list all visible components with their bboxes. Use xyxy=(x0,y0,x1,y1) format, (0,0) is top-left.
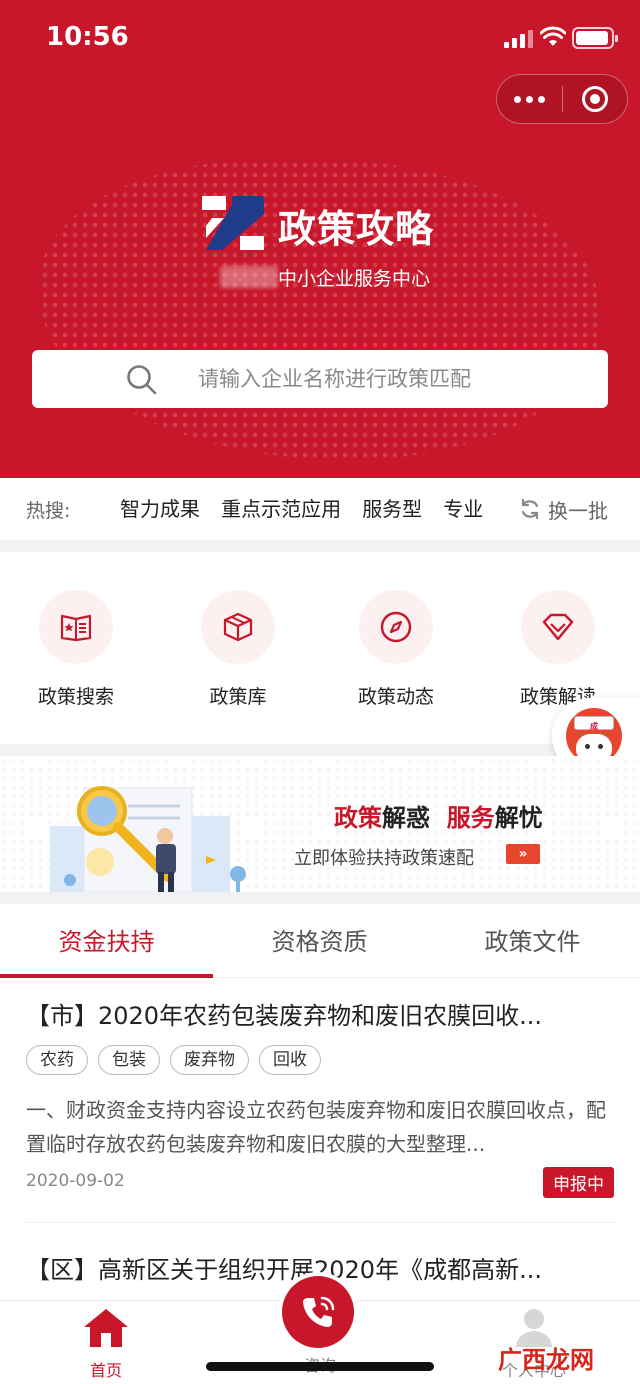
banner-arrow-icon[interactable]: » xyxy=(506,844,540,864)
more-menu-button[interactable] xyxy=(497,75,562,123)
entry-policy-news[interactable]: 政策动态 xyxy=(336,590,456,709)
entry-icon-bg xyxy=(201,590,275,664)
policy-meta: 2020-09-02 申报中 xyxy=(26,1167,616,1198)
tab-qualification[interactable]: 资格资质 xyxy=(213,922,426,957)
policy-title: 【市】2020年农药包装废弃物和废旧农膜回收... xyxy=(26,1002,542,1030)
refresh-label: 换一批 xyxy=(548,498,608,523)
entry-icon-bg xyxy=(359,590,433,664)
entry-label: 政策动态 xyxy=(357,686,434,708)
miniprogram-capsule xyxy=(496,74,628,124)
tabbar-home[interactable]: 首页 xyxy=(46,1307,166,1381)
policy-tag: 农药 xyxy=(26,1045,88,1075)
home-icon xyxy=(84,1309,128,1347)
entry-policy-library[interactable]: 政策库 xyxy=(178,590,298,709)
tab-policy-documents[interactable]: 政策文件 xyxy=(426,922,639,957)
hot-search-bar: 热搜: 智力成果 重点示范应用 服务型 专业 换一批 xyxy=(0,478,640,540)
search-input[interactable] xyxy=(182,350,582,408)
policy-card[interactable]: 【市】2020年农药包装废弃物和废旧农膜回收... 农药 包装 废弃物 回收 一… xyxy=(26,996,616,1198)
policy-search-icon xyxy=(60,614,92,642)
brand-logo-icon xyxy=(202,196,264,250)
quick-entry-grid: 政策搜索 政策库 政策动态 政策解读 xyxy=(0,552,640,744)
hot-search-label: 热搜: xyxy=(26,500,71,522)
policy-tag: 废弃物 xyxy=(170,1045,249,1075)
hot-search-item[interactable]: 专业 xyxy=(443,492,483,526)
page-title: 政策攻略 xyxy=(278,207,435,251)
hot-search-items: 智力成果 重点示范应用 服务型 专业 xyxy=(120,492,488,526)
entry-icon-bg xyxy=(39,590,113,664)
diamond-icon xyxy=(542,613,574,641)
banner-title: 政策解惑 服务解忧 xyxy=(334,804,543,832)
watermark-text: 广西龙网 xyxy=(498,1346,594,1374)
search-bar[interactable] xyxy=(32,350,608,408)
blurred-org-name xyxy=(220,266,278,288)
entry-policy-interpretation[interactable]: 政策解读 xyxy=(498,590,618,709)
close-miniprogram-button[interactable] xyxy=(563,75,627,123)
entry-label: 政策搜索 xyxy=(37,686,114,708)
hot-search-item[interactable]: 重点示范应用 xyxy=(221,492,341,526)
phone-icon xyxy=(303,1296,335,1327)
battery-icon xyxy=(572,27,618,49)
policy-tag: 回收 xyxy=(259,1045,321,1075)
banner-subtitle: 立即体验扶持政策速配 xyxy=(294,848,474,869)
target-icon xyxy=(581,86,608,112)
status-bar: 10:56 xyxy=(0,0,640,76)
entry-policy-search[interactable]: 政策搜索 xyxy=(16,590,136,709)
policy-date: 2020-09-02 xyxy=(26,1171,125,1191)
page-subtitle: 中小企业服务中心 xyxy=(278,268,431,290)
wifi-icon xyxy=(540,26,566,46)
hero-header: 10:56 政策攻略 中小企业服务中心 xyxy=(0,0,640,478)
compass-icon xyxy=(380,611,412,643)
hot-search-item[interactable]: 智力成果 xyxy=(120,492,200,526)
entry-icon-bg xyxy=(521,590,595,664)
hot-search-item[interactable]: 服务型 xyxy=(362,492,422,526)
category-tabs: 资金扶持 资格资质 政策文件 xyxy=(0,904,640,978)
signal-icon xyxy=(504,28,534,48)
consult-button[interactable] xyxy=(282,1276,354,1348)
refresh-hot-button[interactable]: 换一批 xyxy=(518,492,608,526)
home-indicator xyxy=(206,1362,434,1371)
list-divider xyxy=(26,1222,616,1223)
promo-banner[interactable]: 政策解惑 服务解忧 立即体验扶持政策速配 » xyxy=(0,756,640,892)
policy-tag: 包装 xyxy=(98,1045,160,1075)
box-icon xyxy=(223,612,253,642)
policy-description: 一、财政资金支持内容设立农药包装废弃物和废旧农膜回收点，配置临时存放农药包装废弃… xyxy=(26,1098,606,1156)
search-icon xyxy=(127,365,157,395)
app-screen: 10:56 政策攻略 中小企业服务中心 请输入企业名称进行政策匹配 热搜: 智力… xyxy=(0,0,640,1384)
refresh-icon xyxy=(521,498,539,520)
tabbar-label: 首页 xyxy=(89,1361,122,1380)
mascot-tag: 成果感 xyxy=(574,716,614,759)
status-time: 10:56 xyxy=(46,22,129,52)
tab-funding-support[interactable]: 资金扶持 xyxy=(0,922,213,957)
magnifier-illustration xyxy=(50,786,246,892)
entry-label: 政策库 xyxy=(209,686,267,708)
policy-tags: 农药 包装 废弃物 回收 xyxy=(26,1045,616,1075)
status-badge: 申报中 xyxy=(543,1167,614,1198)
